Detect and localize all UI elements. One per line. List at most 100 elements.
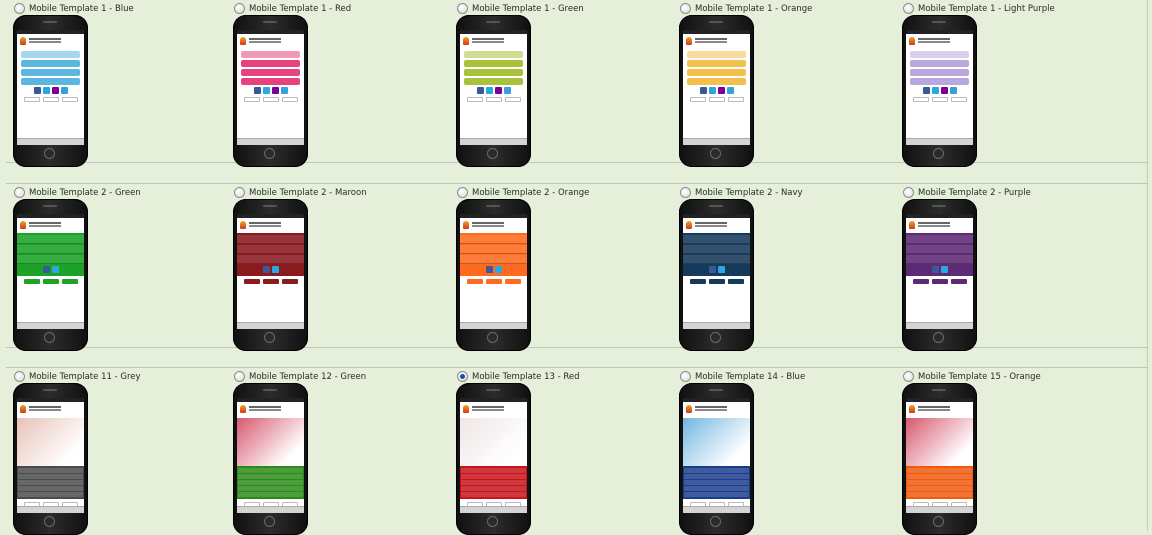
template-preview-screen [683, 30, 750, 145]
template-label: Mobile Template 2 - Orange [472, 188, 590, 198]
template-radio[interactable] [680, 371, 691, 382]
template-label: Mobile Template 11 - Grey [29, 372, 141, 382]
template-preview-screen [17, 398, 84, 513]
template-option[interactable]: Mobile Template 14 - Blue [679, 371, 890, 535]
template-radio[interactable] [14, 371, 25, 382]
phone-home-button [933, 516, 944, 527]
template-preview-phone[interactable] [13, 15, 88, 167]
template-option[interactable]: Mobile Template 1 - Blue [13, 3, 224, 167]
template-preview-phone[interactable] [13, 383, 88, 535]
template-preview-screen [237, 214, 304, 329]
template-label: Mobile Template 1 - Blue [29, 4, 134, 14]
phone-home-button [487, 516, 498, 527]
template-radio[interactable] [903, 371, 914, 382]
template-label: Mobile Template 1 - Light Purple [918, 4, 1055, 14]
template-option[interactable]: Mobile Template 2 - Maroon [233, 187, 444, 351]
phone-home-button [264, 516, 275, 527]
template-option[interactable]: Mobile Template 11 - Grey [13, 371, 224, 535]
template-option[interactable]: Mobile Template 2 - Purple [902, 187, 1113, 351]
template-label: Mobile Template 2 - Purple [918, 188, 1031, 198]
template-radio[interactable] [234, 371, 245, 382]
template-preview-screen [906, 30, 973, 145]
template-label: Mobile Template 1 - Orange [695, 4, 813, 14]
template-preview-screen [906, 214, 973, 329]
template-option[interactable]: Mobile Template 2 - Orange [456, 187, 667, 351]
phone-home-button [710, 332, 721, 343]
template-preview-phone[interactable] [679, 383, 754, 535]
template-preview-phone[interactable] [902, 199, 977, 351]
phone-home-button [710, 516, 721, 527]
template-radio[interactable] [234, 187, 245, 198]
template-label: Mobile Template 1 - Red [249, 4, 352, 14]
phone-speaker [263, 21, 277, 23]
template-label: Mobile Template 15 - Orange [918, 372, 1041, 382]
phone-speaker [932, 21, 946, 23]
phone-speaker [486, 205, 500, 207]
phone-home-button [44, 148, 55, 159]
template-radio[interactable] [680, 187, 691, 198]
template-label: Mobile Template 1 - Green [472, 4, 584, 14]
template-radio[interactable] [234, 3, 245, 14]
template-radio[interactable] [903, 3, 914, 14]
phone-speaker [43, 205, 57, 207]
template-label: Mobile Template 2 - Maroon [249, 188, 367, 198]
template-label: Mobile Template 12 - Green [249, 372, 367, 382]
phone-home-button [264, 332, 275, 343]
template-radio[interactable] [457, 371, 468, 382]
template-radio[interactable] [903, 187, 914, 198]
template-label: Mobile Template 2 - Green [29, 188, 141, 198]
phone-speaker [43, 21, 57, 23]
row-divider [6, 183, 1148, 184]
row-divider [6, 367, 1148, 368]
phone-speaker [486, 21, 500, 23]
template-option[interactable]: Mobile Template 1 - Orange [679, 3, 890, 167]
template-radio[interactable] [457, 187, 468, 198]
template-preview-phone[interactable] [679, 199, 754, 351]
template-preview-screen [460, 214, 527, 329]
template-radio[interactable] [680, 3, 691, 14]
template-preview-screen [460, 398, 527, 513]
template-option[interactable]: Mobile Template 1 - Red [233, 3, 444, 167]
template-option[interactable]: Mobile Template 13 - Red [456, 371, 667, 535]
template-preview-screen [17, 30, 84, 145]
template-option[interactable]: Mobile Template 1 - Light Purple [902, 3, 1113, 167]
template-preview-phone[interactable] [233, 15, 308, 167]
template-preview-screen [683, 214, 750, 329]
phone-home-button [487, 332, 498, 343]
right-border [1147, 0, 1148, 531]
phone-speaker [709, 205, 723, 207]
template-label: Mobile Template 13 - Red [472, 372, 580, 382]
phone-speaker [709, 21, 723, 23]
template-radio[interactable] [14, 187, 25, 198]
template-option[interactable]: Mobile Template 2 - Green [13, 187, 224, 351]
template-radio[interactable] [457, 3, 468, 14]
phone-speaker [709, 389, 723, 391]
template-preview-phone[interactable] [13, 199, 88, 351]
row-divider [6, 347, 1148, 348]
template-preview-phone[interactable] [233, 383, 308, 535]
template-preview-phone[interactable] [233, 199, 308, 351]
phone-speaker [932, 389, 946, 391]
template-option[interactable]: Mobile Template 15 - Orange [902, 371, 1113, 535]
phone-speaker [263, 205, 277, 207]
phone-speaker [486, 389, 500, 391]
template-preview-phone[interactable] [679, 15, 754, 167]
template-option[interactable]: Mobile Template 12 - Green [233, 371, 444, 535]
phone-home-button [710, 148, 721, 159]
template-preview-phone[interactable] [902, 15, 977, 167]
template-option[interactable]: Mobile Template 2 - Navy [679, 187, 890, 351]
phone-home-button [933, 332, 944, 343]
template-option[interactable]: Mobile Template 1 - Green [456, 3, 667, 167]
template-preview-screen [237, 30, 304, 145]
template-label: Mobile Template 2 - Navy [695, 188, 803, 198]
template-preview-phone[interactable] [456, 383, 531, 535]
phone-home-button [44, 516, 55, 527]
template-preview-phone[interactable] [456, 15, 531, 167]
template-preview-phone[interactable] [902, 383, 977, 535]
phone-home-button [264, 148, 275, 159]
phone-speaker [263, 389, 277, 391]
template-radio[interactable] [14, 3, 25, 14]
phone-home-button [933, 148, 944, 159]
phone-speaker [43, 389, 57, 391]
template-preview-phone[interactable] [456, 199, 531, 351]
